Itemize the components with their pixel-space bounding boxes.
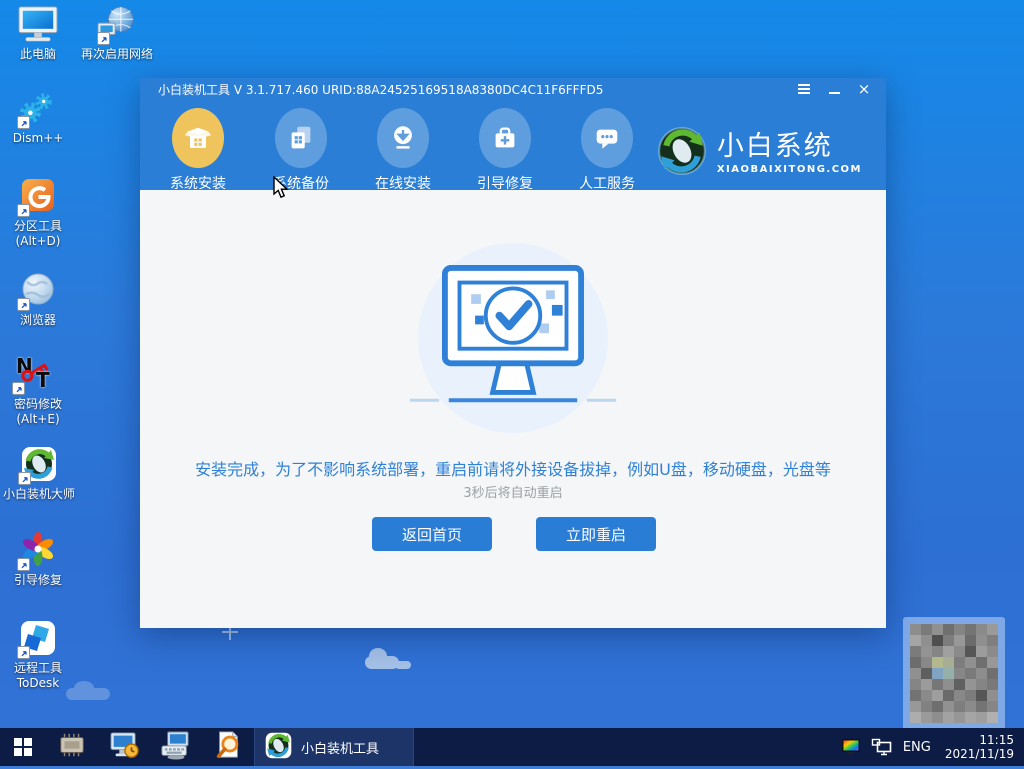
menu-button[interactable] [796, 81, 812, 97]
tray-date: 2021/11/19 [944, 747, 1014, 761]
restart-now-button[interactable]: 立即重启 [536, 517, 656, 551]
xiaobai-master-icon [0, 446, 78, 485]
back-home-button[interactable]: 返回首页 [372, 517, 492, 551]
todesk-icon [2, 620, 74, 659]
shortcut-arrow-icon [12, 382, 25, 395]
desktop-icon-label: 小白装机大师 [2, 487, 75, 501]
desktop-icon-label: (Alt+E) [16, 412, 60, 426]
monitor-check-icon [406, 262, 620, 418]
desktop-icon-label: ToDesk [16, 676, 60, 690]
desktop-icon-browser[interactable]: 浏览器 [2, 272, 74, 328]
start-button[interactable] [0, 728, 46, 766]
shortcut-arrow-icon [17, 558, 30, 571]
desktop-icon-boot-repair[interactable]: 引导修复 [2, 532, 74, 588]
qr-code [903, 617, 1005, 730]
system-backup-icon [275, 108, 327, 168]
taskbar-app-label: 小白装机工具 [301, 741, 380, 757]
restart-countdown: 3秒后将自动重启 [463, 486, 563, 501]
language-indicator[interactable]: ENG [903, 740, 931, 755]
desktop-icon-label: 引导修复 [13, 573, 62, 587]
display-color-icon[interactable] [841, 738, 861, 756]
desktop-icon-this-pc[interactable]: 此电脑 [6, 6, 70, 62]
password-key-icon: N T [2, 354, 74, 395]
desktop-icon-label: 浏览器 [19, 313, 56, 327]
brand-name: 小白系统 [716, 130, 833, 162]
window-title: 小白装机工具 V 3.1.717.460 URID:88A24525169518… [158, 82, 604, 97]
desktop-icon-partition-tool[interactable]: 分区工具 (Alt+D) [2, 178, 74, 249]
system-tray: ENG 11:15 2021/11/19 [841, 728, 1024, 766]
pc-clock-icon [108, 730, 140, 764]
desktop-icon-todesk[interactable]: 远程工具 ToDesk [2, 620, 74, 691]
shortcut-arrow-icon [97, 32, 110, 45]
this-pc-icon [6, 6, 70, 44]
network-tray-icon[interactable] [871, 738, 893, 756]
brand: 小白系统 XIAOBAIXITONG.COM [657, 126, 862, 180]
taskbar-active-app[interactable]: 小白装机工具 [254, 728, 414, 766]
cloud [365, 648, 411, 669]
window-titlebar[interactable]: 小白装机工具 V 3.1.717.460 URID:88A24525169518… [140, 78, 886, 100]
hamburger-icon [798, 84, 810, 94]
xiaobai-logo-icon [657, 126, 707, 180]
desktop-icon-label: 远程工具 [13, 661, 62, 675]
keyboard-monitor-icon [160, 730, 192, 764]
search-document-icon [214, 730, 242, 764]
partition-tool-icon [2, 178, 74, 217]
shortcut-arrow-icon [17, 298, 30, 311]
nav-support[interactable]: 人工服务 [563, 108, 651, 193]
boot-repair-pinwheel-icon [2, 532, 74, 571]
shortcut-arrow-icon [17, 204, 30, 217]
shortcut-arrow-icon [17, 116, 30, 129]
desktop-icon-password-reset[interactable]: N T 密码修改 (Alt+E) [2, 354, 74, 427]
browser-globe-icon [2, 272, 74, 311]
nav-system-install[interactable]: 系统安装 [154, 108, 242, 193]
install-box-icon [172, 108, 224, 168]
tray-time: 11:15 [979, 733, 1014, 747]
window-navbar: 系统安装 系统备份 在线安装 引导修复 人工服务 小白系统 XIAOBAIXIT… [140, 100, 886, 193]
nav-system-backup[interactable]: 系统备份 [257, 108, 345, 193]
clock[interactable]: 11:15 2021/11/19 [941, 733, 1014, 761]
support-chat-icon [581, 108, 633, 168]
network-enable-icon [72, 6, 162, 45]
desktop-icon-dism[interactable]: Dism++ [2, 90, 74, 146]
xiaobai-tool-window: 小白装机工具 V 3.1.717.460 URID:88A24525169518… [140, 78, 886, 628]
desktop-icon-enable-network[interactable]: 再次启用网络 [72, 6, 162, 62]
close-icon: × [857, 79, 871, 98]
shortcut-arrow-icon [18, 472, 31, 485]
online-install-download-icon [377, 108, 429, 168]
nav-online-install[interactable]: 在线安装 [359, 108, 447, 193]
memory-chip-icon [57, 731, 87, 763]
desktop-icon-label: 密码修改 [13, 397, 62, 411]
shortcut-arrow-icon [17, 646, 30, 659]
taskbar-keyboard-tool[interactable] [150, 728, 202, 766]
boot-repair-case-icon [479, 108, 531, 168]
desktop-icon-xiaobai-master[interactable]: 小白装机大师 [0, 446, 78, 502]
taskbar-search-tool[interactable] [202, 728, 254, 766]
taskbar-memory-tool[interactable] [46, 728, 98, 766]
desktop-icon-label: 此电脑 [19, 47, 56, 61]
window-content: 安装完成，为了不影响系统部署，重启前请将外接设备拔掉，例如U盘，移动硬盘，光盘等… [140, 190, 886, 628]
xiaobai-logo-icon [265, 732, 292, 763]
desktop-icon-label: 再次启用网络 [80, 47, 153, 61]
taskbar-pc-clock-tool[interactable] [98, 728, 150, 766]
minimize-button[interactable] [826, 81, 842, 97]
taskbar: 小白装机工具 ENG 11:15 2021/11/19 [0, 728, 1024, 766]
minimize-icon [828, 92, 840, 94]
desktop: 此电脑 再次启用网络 Dism++ 分区工具 (Alt+D) 浏览器 N T 密… [0, 0, 1024, 769]
brand-site: XIAOBAIXITONG.COM [716, 163, 862, 175]
desktop-icon-label: Dism++ [12, 131, 64, 145]
desktop-icon-label: (Alt+D) [15, 234, 61, 248]
dism-gears-icon [2, 90, 74, 129]
desktop-icon-label: 分区工具 [13, 219, 62, 233]
install-complete-message: 安装完成，为了不影响系统部署，重启前请将外接设备拔掉，例如U盘，移动硬盘，光盘等 [195, 460, 831, 479]
close-button[interactable]: × [856, 81, 872, 97]
nav-boot-repair[interactable]: 引导修复 [461, 108, 549, 193]
windows-start-icon [14, 738, 32, 756]
